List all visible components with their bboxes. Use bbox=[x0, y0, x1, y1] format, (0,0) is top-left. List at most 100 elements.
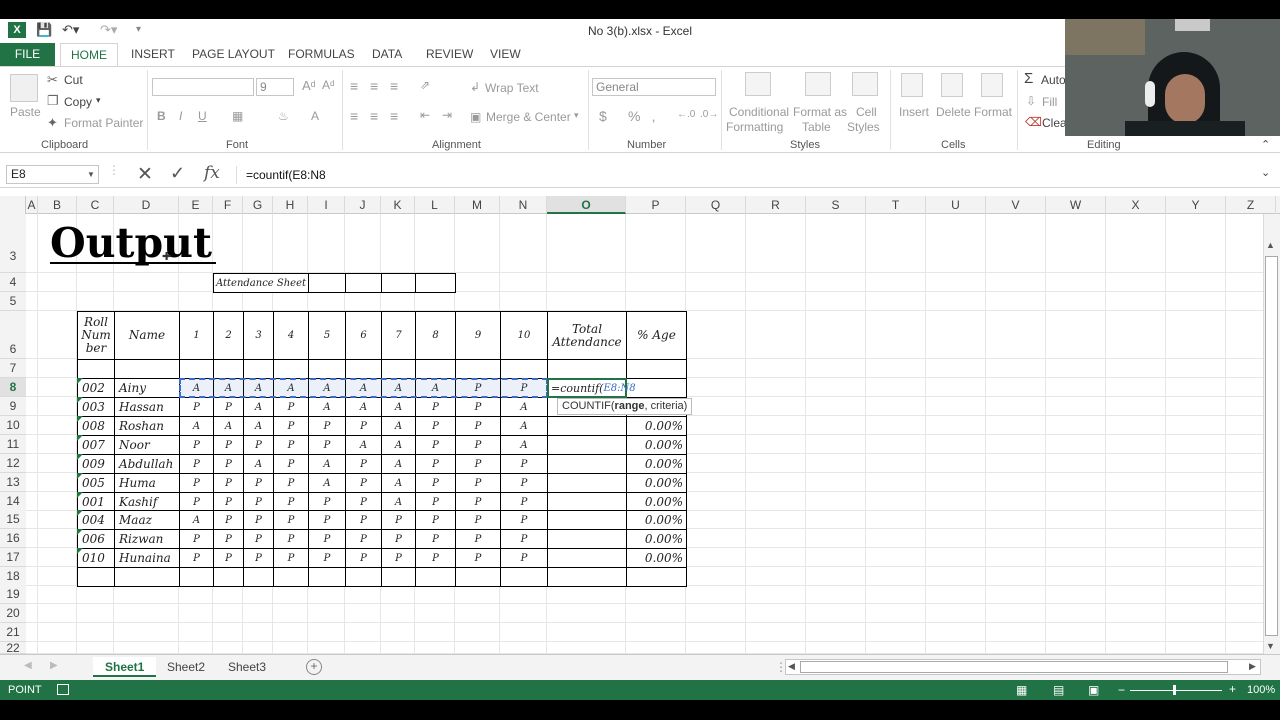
tab-review[interactable]: REVIEW bbox=[416, 43, 483, 67]
row-header-16[interactable]: 16 bbox=[0, 529, 26, 548]
selected-range-e8-n8[interactable] bbox=[179, 378, 548, 398]
delete-cells-icon[interactable] bbox=[941, 73, 963, 97]
align-left-icon[interactable]: ≡ bbox=[350, 108, 358, 124]
align-right-icon[interactable]: ≡ bbox=[390, 108, 398, 124]
new-sheet-icon[interactable]: + bbox=[306, 659, 322, 675]
row-header-20[interactable]: 20 bbox=[0, 604, 26, 623]
zoom-slider-handle[interactable] bbox=[1173, 685, 1176, 695]
cut-button[interactable]: Cut bbox=[64, 73, 83, 87]
zoom-in-icon[interactable]: + bbox=[1229, 682, 1236, 696]
decrease-decimal-icon[interactable]: .0→ bbox=[700, 109, 718, 120]
tab-insert[interactable]: INSERT bbox=[121, 43, 185, 67]
format-as-table-icon[interactable] bbox=[805, 72, 831, 96]
row-header-14[interactable]: 14 bbox=[0, 492, 26, 511]
insert-function-icon[interactable]: fx bbox=[204, 163, 220, 183]
column-header-h[interactable]: H bbox=[273, 196, 308, 214]
collapse-ribbon-icon[interactable]: ⌃ bbox=[1261, 138, 1270, 151]
wrap-text-button[interactable]: Wrap Text bbox=[485, 81, 539, 95]
row-header-4[interactable]: 4 bbox=[0, 273, 26, 292]
vscrollbar-thumb[interactable] bbox=[1265, 256, 1278, 636]
autosum-button[interactable]: Auto bbox=[1041, 73, 1066, 87]
row-header-17[interactable]: 17 bbox=[0, 548, 26, 567]
fill-color-icon[interactable]: ♨ bbox=[278, 109, 289, 123]
column-header-e[interactable]: E bbox=[179, 196, 213, 214]
conditional-formatting-button[interactable]: Conditional bbox=[729, 105, 789, 119]
font-color-icon[interactable]: A bbox=[311, 109, 319, 123]
scroll-left-icon[interactable]: ◀ bbox=[788, 661, 795, 672]
row-header-11[interactable]: 11 bbox=[0, 435, 26, 454]
fill-button[interactable]: Fill bbox=[1042, 95, 1057, 109]
row-header-10[interactable]: 10 bbox=[0, 416, 26, 435]
page-layout-view-icon[interactable]: ▤ bbox=[1053, 683, 1064, 697]
column-header-g[interactable]: G bbox=[243, 196, 273, 214]
wrap-text-icon[interactable]: ↲ bbox=[470, 80, 480, 94]
row-header-18[interactable]: 18 bbox=[0, 567, 26, 586]
paste-button[interactable]: Paste bbox=[10, 105, 41, 119]
increase-indent-icon[interactable]: ⇥ bbox=[442, 108, 452, 122]
insert-cells-icon[interactable] bbox=[901, 73, 923, 97]
align-top-icon[interactable]: ≡ bbox=[350, 78, 358, 94]
zoom-level[interactable]: 100% bbox=[1247, 684, 1275, 696]
column-header-i[interactable]: I bbox=[308, 196, 345, 214]
column-header-w[interactable]: W bbox=[1046, 196, 1106, 214]
row-header-21[interactable]: 21 bbox=[0, 623, 26, 642]
orientation-icon[interactable]: ⇗ bbox=[420, 78, 430, 92]
scroll-right-icon[interactable]: ▶ bbox=[1249, 661, 1256, 672]
scroll-right-sheet-icon[interactable]: ▶ bbox=[50, 660, 58, 671]
undo-icon[interactable]: ↶▾ bbox=[62, 21, 79, 39]
row-header-22[interactable]: 22 bbox=[0, 642, 26, 654]
column-header-f[interactable]: F bbox=[213, 196, 243, 214]
page-break-view-icon[interactable]: ▣ bbox=[1088, 683, 1099, 697]
cell-styles-button[interactable]: Cell bbox=[856, 105, 877, 119]
expand-formula-bar-icon[interactable]: ⌄ bbox=[1261, 166, 1270, 179]
row-header-5[interactable]: 5 bbox=[0, 292, 26, 311]
copy-icon[interactable]: ❐ bbox=[47, 93, 59, 109]
column-header-r[interactable]: R bbox=[746, 196, 806, 214]
tab-file[interactable]: FILE bbox=[0, 43, 55, 67]
grow-font-icon[interactable]: Aᵈ bbox=[302, 78, 316, 93]
font-size-combo[interactable]: 9 bbox=[256, 78, 294, 96]
column-header-z[interactable]: Z bbox=[1226, 196, 1276, 214]
merge-dropdown-icon[interactable]: ▾ bbox=[574, 110, 579, 121]
normal-view-icon[interactable]: ▦ bbox=[1016, 683, 1027, 697]
row-header-12[interactable]: 12 bbox=[0, 454, 26, 473]
currency-button[interactable]: $ bbox=[599, 108, 607, 124]
format-cells-button[interactable]: Format bbox=[974, 105, 1012, 119]
paste-icon[interactable] bbox=[10, 74, 38, 102]
row-header-15[interactable]: 15 bbox=[0, 510, 26, 529]
formula-input[interactable]: =countif(E8:N8 bbox=[246, 168, 326, 182]
column-header-k[interactable]: K bbox=[381, 196, 415, 214]
clear-button[interactable]: Clea bbox=[1042, 116, 1067, 130]
column-header-j[interactable]: J bbox=[345, 196, 381, 214]
function-tooltip[interactable]: COUNTIF(range, criteria) bbox=[557, 398, 693, 415]
decrease-indent-icon[interactable]: ⇤ bbox=[420, 108, 430, 122]
tab-view[interactable]: VIEW bbox=[480, 43, 531, 67]
fill-icon[interactable]: ⇩ bbox=[1026, 94, 1036, 108]
column-header-d[interactable]: D bbox=[114, 196, 179, 214]
tab-home[interactable]: HOME bbox=[60, 43, 118, 67]
column-header-l[interactable]: L bbox=[415, 196, 455, 214]
delete-cells-button[interactable]: Delete bbox=[936, 105, 971, 119]
column-header-n[interactable]: N bbox=[500, 196, 547, 214]
sheet-tab-sheet1[interactable]: Sheet1 bbox=[93, 657, 157, 677]
tab-page-layout[interactable]: PAGE LAYOUT bbox=[182, 43, 285, 67]
column-header-y[interactable]: Y bbox=[1166, 196, 1226, 214]
confirm-entry-icon[interactable]: ✓ bbox=[170, 163, 185, 184]
underline-button[interactable]: U bbox=[198, 109, 207, 123]
copy-dropdown-icon[interactable]: ▾ bbox=[96, 95, 101, 106]
redo-icon[interactable]: ↷▾ bbox=[100, 21, 117, 39]
conditional-formatting-icon[interactable] bbox=[745, 72, 771, 96]
name-box[interactable]: E8 bbox=[6, 165, 99, 184]
column-header-v[interactable]: V bbox=[986, 196, 1046, 214]
column-header-a[interactable]: A bbox=[26, 196, 38, 214]
increase-decimal-icon[interactable]: ←.0 bbox=[677, 109, 695, 120]
percent-button[interactable]: % bbox=[628, 108, 640, 124]
active-editing-cell[interactable]: =countif(E8:N8 bbox=[547, 378, 636, 398]
row-header-19[interactable]: 19 bbox=[0, 585, 26, 604]
copy-button[interactable]: Copy bbox=[64, 95, 92, 109]
scrollbar-thumb[interactable] bbox=[800, 661, 1228, 673]
borders-icon[interactable]: ▦ bbox=[232, 109, 243, 123]
format-painter-button[interactable]: Format Painter bbox=[64, 116, 143, 130]
row-header-9[interactable]: 9 bbox=[0, 397, 26, 416]
column-header-p[interactable]: P bbox=[626, 196, 686, 214]
